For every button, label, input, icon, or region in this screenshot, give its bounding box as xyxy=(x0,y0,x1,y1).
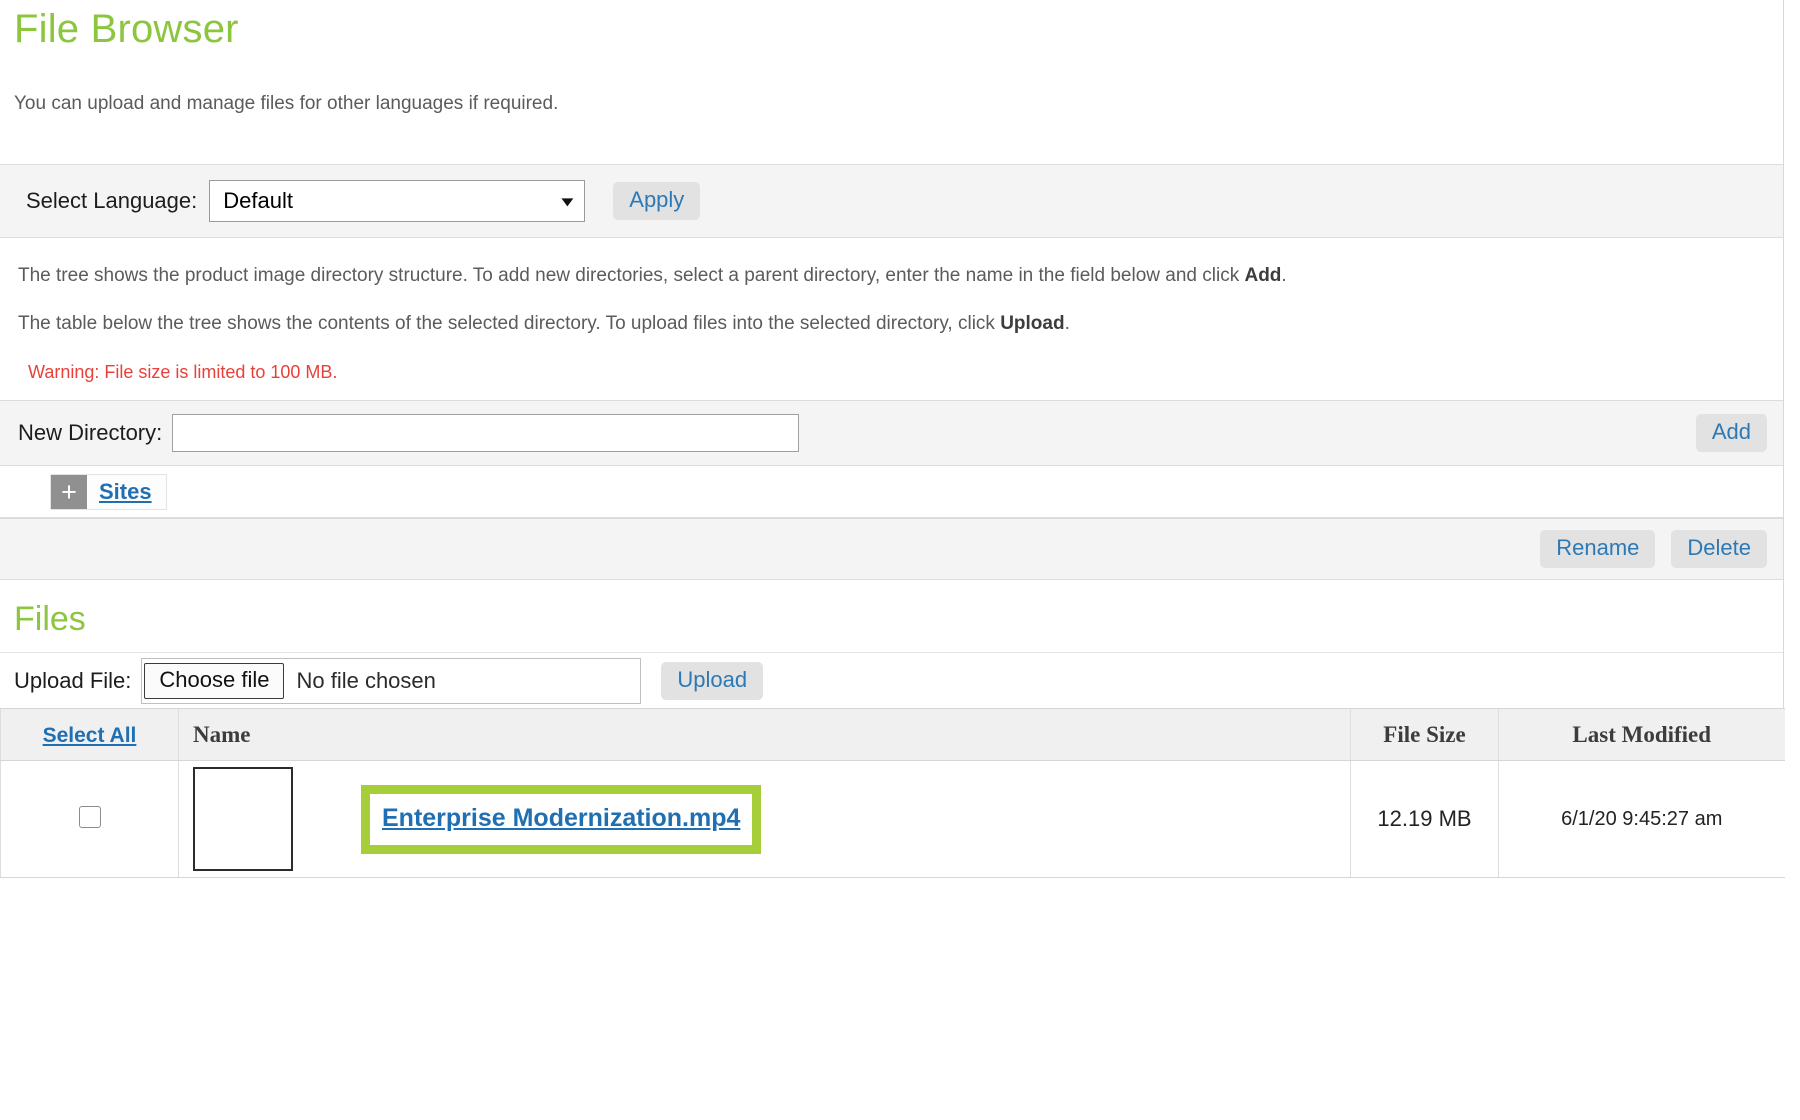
files-section-title: Files xyxy=(14,600,86,638)
language-select-value: Default xyxy=(223,188,293,213)
upload-button[interactable]: Upload xyxy=(661,661,764,700)
content-column: File Browser You can upload and manage f… xyxy=(0,0,1785,878)
file-link-highlight-box: Enterprise Modernization.mp4 xyxy=(361,784,762,854)
tree-node-label-sites[interactable]: Sites xyxy=(87,475,166,509)
directory-tree: + Sites xyxy=(0,466,1783,518)
upload-file-label: Upload File: xyxy=(14,667,132,693)
apply-button[interactable]: Apply xyxy=(613,182,701,220)
language-select[interactable]: Default ▾ xyxy=(209,180,586,222)
instruction-line-2-text-b: . xyxy=(1064,313,1070,334)
tree-action-bar: Rename Delete xyxy=(0,518,1783,580)
tree-node-sites[interactable]: + Sites xyxy=(50,474,167,510)
file-name-link[interactable]: Enterprise Modernization.mp4 xyxy=(382,804,740,832)
row-file-size-cell: 12.19 MB xyxy=(1350,760,1499,878)
column-header-file-size: File Size xyxy=(1350,708,1499,761)
select-language-label: Select Language: xyxy=(26,188,198,213)
page-title: File Browser xyxy=(14,7,239,51)
new-directory-input[interactable] xyxy=(172,414,800,452)
column-header-select-all: Select All xyxy=(0,708,179,761)
new-directory-row: New Directory: Add xyxy=(0,400,1783,466)
instruction-line-1: The tree shows the product image directo… xyxy=(18,264,1783,288)
files-table-body: Enterprise Modernization.mp4 12.19 MB 6/… xyxy=(0,760,1785,878)
file-chooser[interactable]: Choose file No file chosen xyxy=(141,657,642,704)
row-checkbox[interactable] xyxy=(78,805,101,828)
select-all-link[interactable]: Select All xyxy=(43,724,137,747)
chevron-down-icon: ▾ xyxy=(561,192,574,210)
instructions-block: The tree shows the product image directo… xyxy=(0,238,1783,400)
new-directory-label: New Directory: xyxy=(18,420,163,445)
instruction-line-2-bold: Upload xyxy=(1000,313,1065,334)
column-header-name: Name xyxy=(178,708,1351,761)
instruction-line-2-text-a: The table below the tree shows the conte… xyxy=(18,313,1001,334)
files-table: Select All Name File Size Last Modified xyxy=(0,708,1785,878)
row-name-cell: Enterprise Modernization.mp4 xyxy=(178,760,1351,878)
language-selector-row: Select Language: Default ▾ Apply xyxy=(0,164,1783,238)
row-select-cell xyxy=(0,760,179,878)
delete-button[interactable]: Delete xyxy=(1671,530,1767,568)
file-browser-page: File Browser You can upload and manage f… xyxy=(0,0,1800,1120)
instruction-line-2: The table below the tree shows the conte… xyxy=(18,312,1783,336)
upload-file-row: Upload File: Choose file No file chosen … xyxy=(0,652,1783,708)
page-description: You can upload and manage files for othe… xyxy=(14,93,559,114)
no-file-chosen-text: No file chosen xyxy=(296,667,436,693)
file-thumbnail xyxy=(193,767,293,871)
table-row: Enterprise Modernization.mp4 12.19 MB 6/… xyxy=(0,760,1785,878)
rename-button[interactable]: Rename xyxy=(1540,530,1656,568)
files-table-head: Select All Name File Size Last Modified xyxy=(0,708,1785,761)
column-header-last-modified: Last Modified xyxy=(1498,708,1785,761)
file-size-warning: Warning: File size is limited to 100 MB. xyxy=(28,362,338,382)
instruction-line-1-bold: Add xyxy=(1244,265,1282,286)
instruction-line-1-text-b: . xyxy=(1281,265,1287,286)
row-last-modified-cell: 6/1/20 9:45:27 am xyxy=(1498,760,1785,878)
instruction-line-1-text-a: The tree shows the product image directo… xyxy=(18,265,1245,286)
files-table-header-row: Select All Name File Size Last Modified xyxy=(0,708,1785,761)
choose-file-button[interactable]: Choose file xyxy=(144,662,285,699)
add-directory-button[interactable]: Add xyxy=(1695,414,1767,452)
plus-icon[interactable]: + xyxy=(51,475,87,509)
